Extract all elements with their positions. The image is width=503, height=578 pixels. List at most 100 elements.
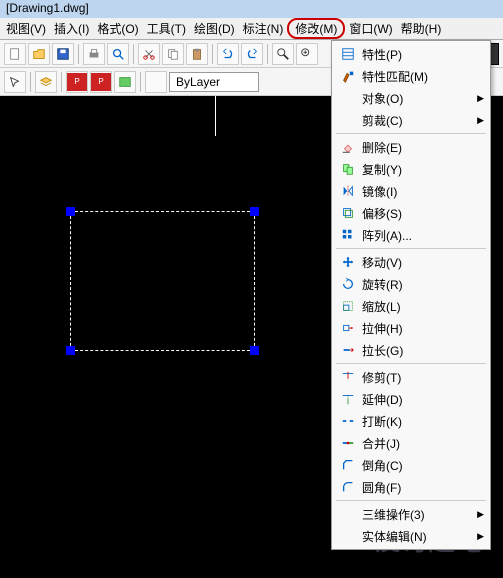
separator (61, 72, 62, 92)
menu-item-label: 删除(E) (362, 139, 484, 156)
menu-item-8[interactable]: 帮助(H) (397, 18, 446, 39)
menu-item-label: 特性匹配(M) (362, 68, 484, 85)
print-icon[interactable] (83, 43, 105, 65)
menu-item[interactable]: 镜像(I) (332, 180, 490, 202)
menu-item[interactable]: 三维操作(3)▶ (332, 503, 490, 525)
menu-item-label: 合并(J) (362, 435, 484, 452)
redo-icon[interactable] (241, 43, 263, 65)
menu-item[interactable]: 拉伸(H) (332, 317, 490, 339)
properties-icon (338, 45, 358, 63)
menu-item[interactable]: 剪裁(C)▶ (332, 109, 490, 131)
menu-item-label: 圆角(F) (362, 479, 484, 496)
separator (30, 72, 31, 92)
zoom-window-icon[interactable] (296, 43, 318, 65)
undo-icon[interactable] (217, 43, 239, 65)
grip-handle[interactable] (250, 346, 259, 355)
menu-separator (336, 133, 486, 134)
copy-icon (338, 160, 358, 178)
join-icon (338, 434, 358, 452)
menu-item[interactable]: 特性匹配(M) (332, 65, 490, 87)
menu-item[interactable]: 合并(J) (332, 432, 490, 454)
menu-item-label: 打断(K) (362, 413, 484, 430)
menu-item[interactable]: 打断(K) (332, 410, 490, 432)
trim-icon (338, 368, 358, 386)
mirror-icon (338, 182, 358, 200)
separator (267, 44, 268, 64)
menu-item-label: 拉长(G) (362, 342, 484, 359)
blank-icon (338, 111, 358, 129)
menu-item-label: 复制(Y) (362, 161, 484, 178)
pdf-icon[interactable]: P (66, 71, 88, 93)
scale-icon (338, 297, 358, 315)
save-icon[interactable] (52, 43, 74, 65)
menu-item[interactable]: 旋转(R) (332, 273, 490, 295)
crosshair-line (215, 96, 216, 136)
menu-item[interactable]: 拉长(G) (332, 339, 490, 361)
menu-item[interactable]: 对象(O)▶ (332, 87, 490, 109)
menu-item-7[interactable]: 窗口(W) (345, 18, 396, 39)
open-icon[interactable] (28, 43, 50, 65)
grip-handle[interactable] (66, 207, 75, 216)
menu-item-label: 实体编辑(N) (362, 528, 477, 545)
layer-label: ByLayer (176, 75, 220, 89)
erase-icon (338, 138, 358, 156)
new-icon[interactable] (4, 43, 26, 65)
menu-item-label: 移动(V) (362, 254, 484, 271)
menu-item-3[interactable]: 工具(T) (143, 18, 190, 39)
menu-item-label: 拉伸(H) (362, 320, 484, 337)
pdf-export-icon[interactable]: P (90, 71, 112, 93)
fillet-icon (338, 478, 358, 496)
menu-item-label: 缩放(L) (362, 298, 484, 315)
menu-item-4[interactable]: 绘图(D) (190, 18, 239, 39)
menu-item[interactable]: 圆角(F) (332, 476, 490, 498)
menu-item[interactable]: 特性(P) (332, 43, 490, 65)
submenu-arrow-icon: ▶ (477, 115, 484, 126)
cut-icon[interactable] (138, 43, 160, 65)
preview-icon[interactable] (107, 43, 129, 65)
title-bar: [Drawing1.dwg] (0, 0, 503, 18)
menu-item-1[interactable]: 插入(I) (50, 18, 93, 39)
menu-item-label: 延伸(D) (362, 391, 484, 408)
grip-handle[interactable] (66, 346, 75, 355)
layers-icon[interactable] (35, 71, 57, 93)
menu-item-label: 镜像(I) (362, 183, 484, 200)
menu-item[interactable]: 阵列(A)... (332, 224, 490, 246)
move-icon (338, 253, 358, 271)
menu-item[interactable]: 实体编辑(N)▶ (332, 525, 490, 547)
menu-item[interactable]: 复制(Y) (332, 158, 490, 180)
offset-icon (338, 204, 358, 222)
image-icon[interactable] (114, 71, 136, 93)
submenu-arrow-icon: ▶ (477, 93, 484, 104)
menu-item[interactable]: 删除(E) (332, 136, 490, 158)
menu-item[interactable]: 延伸(D) (332, 388, 490, 410)
menu-item[interactable]: 移动(V) (332, 251, 490, 273)
selected-rectangle[interactable] (70, 211, 255, 351)
menu-separator (336, 248, 486, 249)
grip-handle[interactable] (250, 207, 259, 216)
copy-icon[interactable] (162, 43, 184, 65)
menu-item-5[interactable]: 标注(N) (239, 18, 288, 39)
lengthen-icon (338, 341, 358, 359)
menu-item-label: 偏移(S) (362, 205, 484, 222)
separator (78, 44, 79, 64)
menu-item[interactable]: 倒角(C) (332, 454, 490, 476)
menu-item[interactable]: 修剪(T) (332, 366, 490, 388)
blank-button[interactable] (145, 71, 167, 93)
menu-item-2[interactable]: 格式(O) (93, 18, 142, 39)
zoom-icon[interactable] (272, 43, 294, 65)
menu-item-label: 阵列(A)... (362, 227, 484, 244)
paste-icon[interactable] (186, 43, 208, 65)
break-icon (338, 412, 358, 430)
menu-item[interactable]: 偏移(S) (332, 202, 490, 224)
menu-item-0[interactable]: 视图(V) (2, 18, 50, 39)
extend-icon (338, 390, 358, 408)
stretch-icon (338, 319, 358, 337)
menu-item-6[interactable]: 修改(M) (287, 18, 345, 39)
array-icon (338, 226, 358, 244)
layer-selector[interactable]: ByLayer (169, 72, 259, 92)
pick-icon[interactable] (4, 71, 26, 93)
separator (140, 72, 141, 92)
submenu-arrow-icon: ▶ (477, 531, 484, 542)
blank-icon (338, 89, 358, 107)
menu-item[interactable]: 缩放(L) (332, 295, 490, 317)
